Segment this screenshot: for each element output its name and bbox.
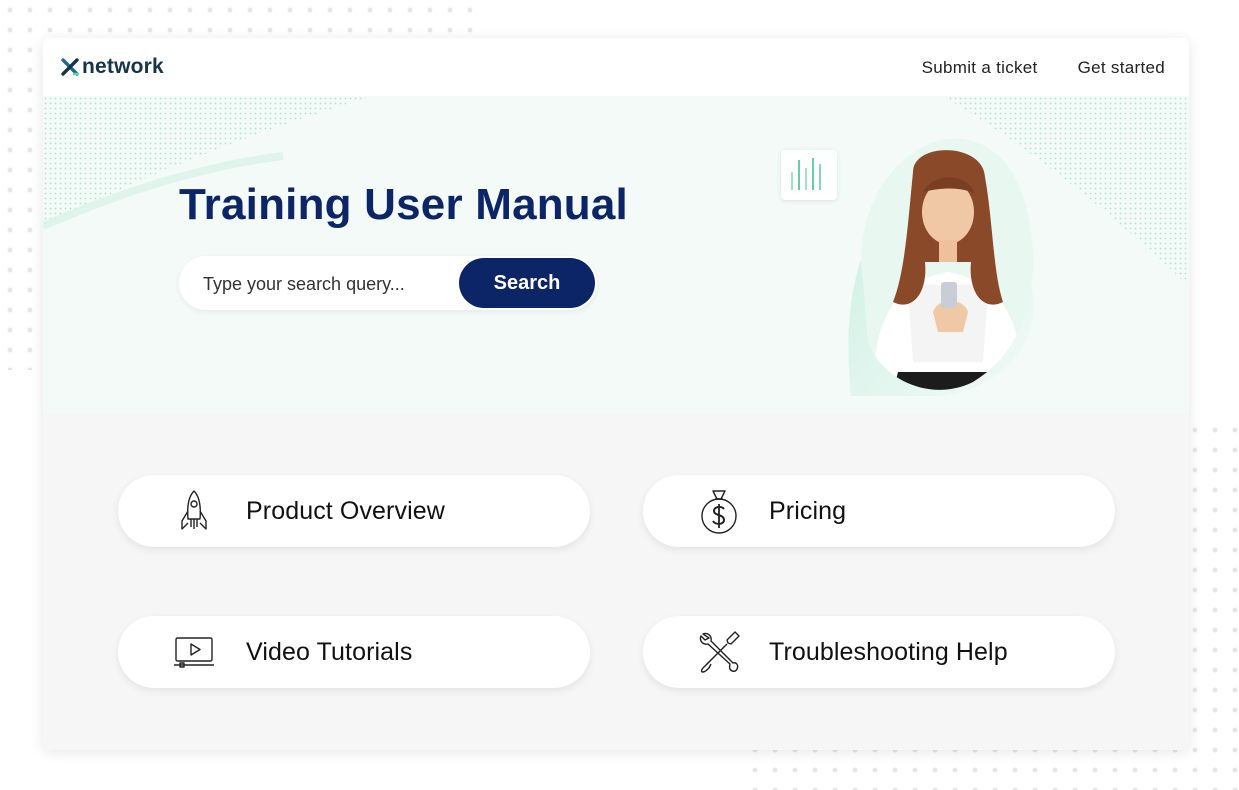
search-input[interactable] bbox=[201, 268, 455, 300]
logo[interactable]: network bbox=[61, 54, 164, 80]
tile-label: Product Overview bbox=[246, 497, 445, 525]
search-button[interactable]: Search bbox=[459, 258, 595, 308]
money-bag-icon bbox=[701, 490, 737, 534]
app-window: network Submit a ticket Get started Trai bbox=[43, 38, 1189, 750]
tile-pricing[interactable]: Pricing bbox=[643, 475, 1115, 547]
rocket-icon bbox=[181, 490, 207, 530]
tile-troubleshooting-help[interactable]: Troubleshooting Help bbox=[643, 616, 1115, 688]
woman-using-phone-photo bbox=[861, 138, 1033, 390]
tile-label: Troubleshooting Help bbox=[769, 638, 1008, 666]
video-player-icon bbox=[174, 637, 214, 668]
tile-label: Pricing bbox=[769, 497, 847, 525]
bar-chart-card bbox=[781, 150, 837, 200]
page-title: Training User Manual bbox=[179, 180, 628, 229]
wrench-screwdriver-icon bbox=[699, 631, 740, 673]
top-navigation-bar: network Submit a ticket Get started bbox=[43, 38, 1189, 96]
nav-link-get-started[interactable]: Get started bbox=[1078, 58, 1165, 78]
search-bar: Search bbox=[179, 256, 597, 310]
bar-chart-icon bbox=[791, 158, 821, 190]
nav-link-submit-ticket[interactable]: Submit a ticket bbox=[922, 58, 1038, 78]
tile-video-tutorials[interactable]: Video Tutorials bbox=[118, 616, 590, 688]
logo-text: network bbox=[82, 55, 164, 78]
header-nav: Submit a ticket Get started bbox=[922, 58, 1165, 78]
tile-label: Video Tutorials bbox=[246, 638, 413, 666]
x-mark-logo-icon bbox=[61, 58, 79, 76]
hero-banner: Training User Manual Search bbox=[43, 96, 1189, 414]
tile-product-overview[interactable]: Product Overview bbox=[118, 475, 590, 547]
